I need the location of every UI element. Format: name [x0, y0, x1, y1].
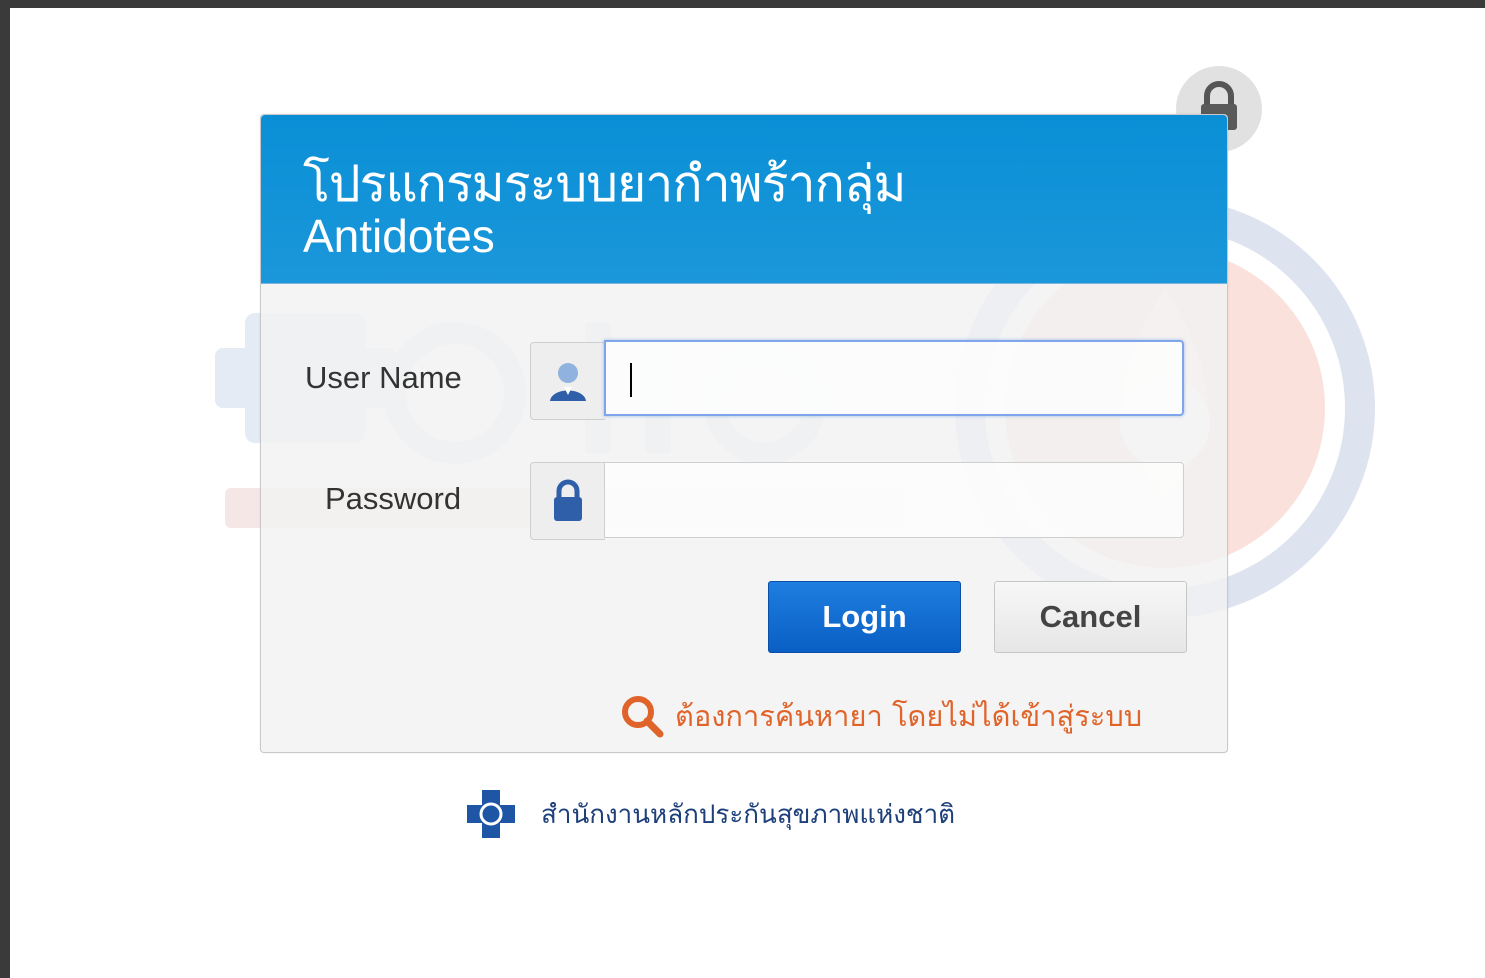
password-addon: [530, 462, 605, 540]
login-button[interactable]: Login: [768, 581, 961, 653]
username-input[interactable]: [604, 340, 1184, 416]
nhso-logo: [467, 790, 515, 838]
lock-icon: [554, 479, 582, 521]
app-title-english: Antidotes: [303, 210, 495, 262]
username-addon: [530, 342, 605, 420]
search-link-label: ต้องการค้นหายา โดยไม่ได้เข้าสู่ระบบ: [675, 699, 1143, 733]
password-input[interactable]: [604, 462, 1184, 538]
username-label: User Name: [305, 360, 462, 395]
login-dialog: โปรแกรมระบบยากำพร้ากลุ่ม Antidotes User …: [260, 114, 1228, 753]
dialog-header: โปรแกรมระบบยากำพร้ากลุ่ม Antidotes: [261, 115, 1227, 284]
search-icon: [622, 696, 664, 738]
text-cursor: [630, 363, 632, 397]
password-label: Password: [325, 481, 462, 516]
organization-name: สำนักงานหลักประกันสุขภาพแห่งชาติ: [541, 799, 956, 830]
page-background: โปรแกรมระบบยากำพร้ากลุ่ม Antidotes User …: [10, 8, 1485, 978]
user-icon: [550, 363, 586, 401]
footer: สำนักงานหลักประกันสุขภาพแห่งชาติ: [465, 788, 955, 840]
cancel-button[interactable]: Cancel: [994, 581, 1187, 653]
search-without-login-link[interactable]: ต้องการค้นหายา โดยไม่ได้เข้าสู่ระบบ: [619, 693, 1142, 739]
